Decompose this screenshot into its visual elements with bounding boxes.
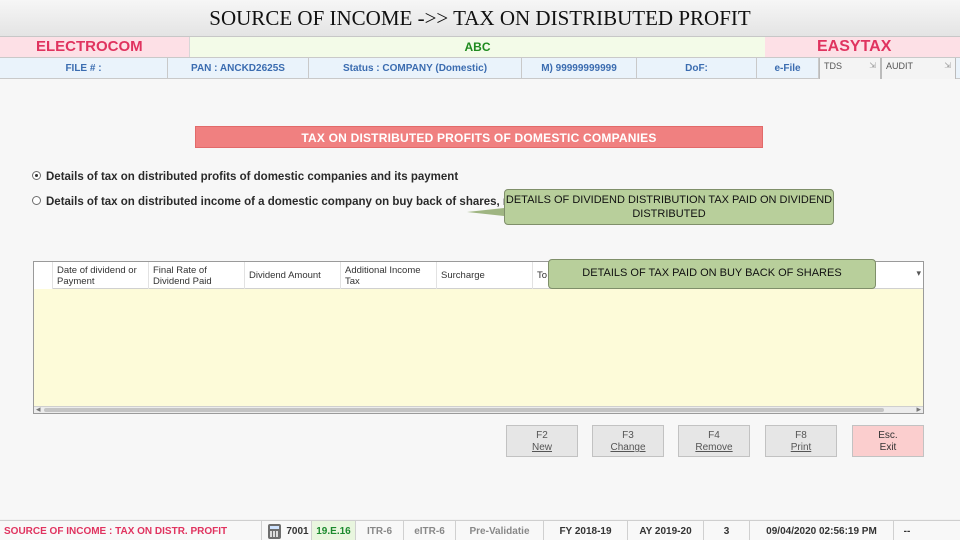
software-version: 19.E.16 [312, 521, 356, 540]
option-dividend-tax-label: Details of tax on distributed profits of… [46, 171, 459, 183]
exit-label: Exit [879, 442, 897, 453]
assessee-status: Status : COMPANY (Domestic) [309, 58, 522, 79]
status-datetime: 09/04/2020 02:56:19 PM [750, 521, 894, 540]
chevron-down-icon[interactable]: ▾ [916, 268, 921, 279]
section-heading: TAX ON DISTRIBUTED PROFITS OF DOMESTIC C… [195, 126, 763, 148]
row-selector-header [34, 262, 52, 289]
col-dividend-amount[interactable]: Dividend Amount [244, 262, 340, 289]
new-button[interactable]: F2 New [506, 425, 578, 457]
exit-button[interactable]: Esc. Exit [852, 425, 924, 457]
status-bar: SOURCE OF INCOME : TAX ON DISTR. PROFIT … [0, 520, 960, 540]
brand-logo-left: ELECTROCOM [0, 37, 190, 57]
change-button[interactable]: F3 Change [592, 425, 664, 457]
scrollbar-thumb[interactable] [44, 408, 884, 412]
radio-selected-icon[interactable] [32, 171, 41, 181]
horizontal-scrollbar[interactable]: ◂ ▸ [34, 404, 923, 415]
radio-unselected-icon[interactable] [32, 196, 41, 206]
col-final-rate[interactable]: Final Rate of Dividend Paid [148, 262, 244, 289]
print-button[interactable]: F8 Print [765, 425, 837, 457]
scroll-left-icon[interactable]: ◂ [36, 404, 41, 415]
status-code: 7001 [284, 521, 312, 540]
client-name: ABC [190, 37, 765, 57]
app-window: ELECTROCOM ABC EASYTAX FILE # : PAN : AN… [0, 36, 960, 540]
remove-button[interactable]: F4 Remove [678, 425, 750, 457]
remove-label: Remove [695, 442, 733, 453]
main-content: TAX ON DISTRIBUTED PROFITS OF DOMESTIC C… [0, 79, 960, 519]
pin-icon[interactable]: ⇲ [869, 58, 876, 74]
file-number: FILE # : [0, 58, 168, 79]
status-count: 3 [704, 521, 750, 540]
print-key: F8 [795, 430, 807, 441]
col-surcharge[interactable]: Surcharge [436, 262, 532, 289]
grid-body[interactable] [34, 289, 923, 407]
tab-tds[interactable]: TDS ⇲ [819, 58, 881, 79]
callout-buyback-tax: DETAILS OF TAX PAID ON BUY BACK OF SHARE… [548, 259, 876, 289]
print-label: Print [790, 442, 812, 453]
remove-key: F4 [708, 430, 720, 441]
brand-bar: ELECTROCOM ABC EASYTAX [0, 37, 960, 57]
brand-logo-right: EASYTAX [765, 37, 960, 57]
calculator-icon[interactable] [268, 524, 281, 539]
scroll-right-icon[interactable]: ▸ [916, 404, 921, 415]
mobile-number: M) 99999999999 [522, 58, 637, 79]
pre-validate-button[interactable]: Pre-Validatie [456, 521, 544, 540]
status-extra: -- [903, 526, 911, 537]
slide-title: SOURCE OF INCOME ->> TAX ON DISTRIBUTED … [0, 0, 960, 36]
col-additional-income-tax[interactable]: Additional Income Tax [340, 262, 436, 289]
eitr-form[interactable]: eITR-6 [404, 521, 456, 540]
info-bar: FILE # : PAN : ANCKD2625S Status : COMPA… [0, 57, 960, 79]
tab-audit[interactable]: AUDIT ⇲ [881, 58, 956, 79]
financial-year: FY 2018-19 [544, 521, 628, 540]
pin-icon[interactable]: ⇲ [944, 58, 951, 74]
pan-number: PAN : ANCKD2625S [168, 58, 309, 79]
date-of-filing: DoF: [637, 58, 757, 79]
callout-dividend-tax: DETAILS OF DIVIDEND DISTRIBUTION TAX PAI… [504, 189, 834, 225]
col-date-of-dividend[interactable]: Date of dividend or Payment [52, 262, 148, 289]
option-dividend-tax[interactable]: Details of tax on distributed profits of… [32, 169, 458, 185]
breadcrumb: SOURCE OF INCOME : TAX ON DISTR. PROFIT [0, 521, 262, 540]
efile-label[interactable]: e-File [757, 58, 819, 79]
tab-audit-label: AUDIT [886, 61, 913, 71]
change-key: F3 [622, 430, 634, 441]
new-label: New [531, 442, 552, 453]
change-label: Change [610, 442, 646, 453]
exit-key: Esc. [878, 430, 898, 441]
itr-form[interactable]: ITR-6 [356, 521, 404, 540]
tab-tds-label: TDS [824, 61, 842, 71]
new-key: F2 [536, 430, 548, 441]
callout-pointer [467, 208, 504, 216]
assessment-year: AY 2019-20 [628, 521, 704, 540]
